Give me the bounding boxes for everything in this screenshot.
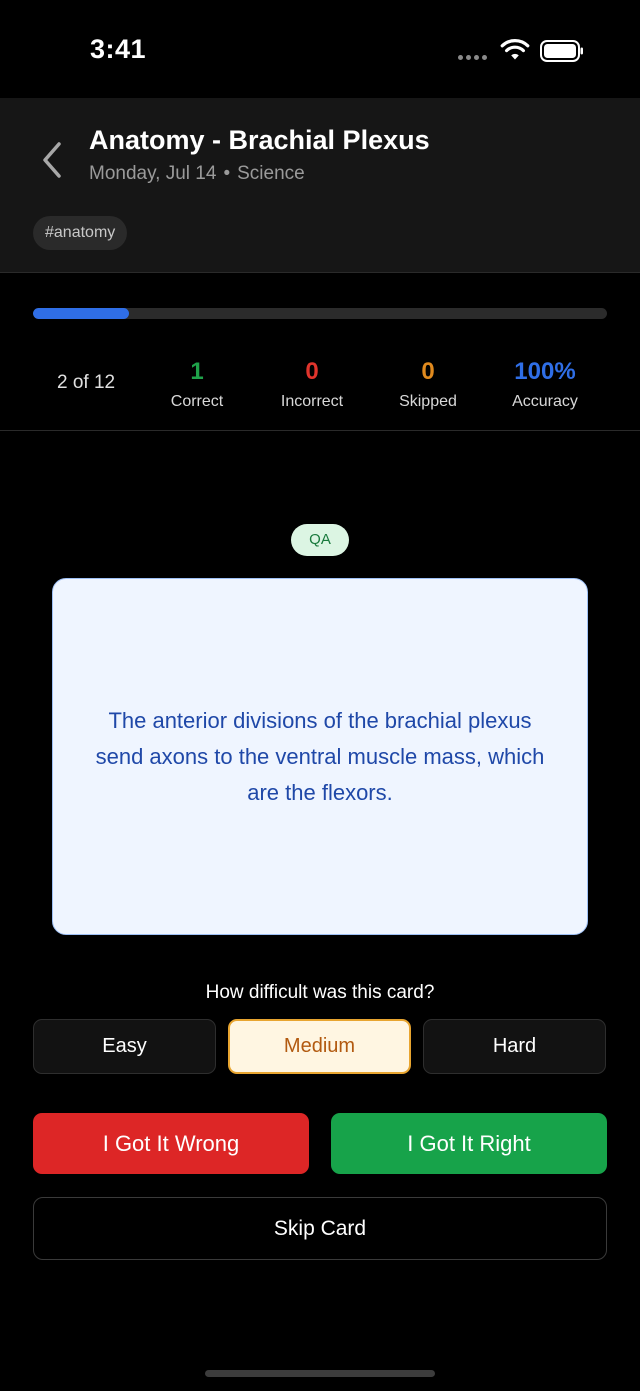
deck-header: Anatomy - Brachial Plexus Monday, Jul 14… <box>0 98 640 273</box>
difficulty-easy-button[interactable]: Easy <box>33 1019 216 1074</box>
stat-skipped-label: Skipped <box>399 393 457 410</box>
progress-section: 2 of 12 1 Correct 0 Incorrect 0 Skipped … <box>0 273 640 431</box>
status-time: 3:41 <box>90 34 147 64</box>
difficulty-medium-button[interactable]: Medium <box>228 1019 411 1074</box>
card-position: 2 of 12 <box>57 372 116 393</box>
home-indicator <box>205 1370 435 1377</box>
skip-card-button[interactable]: Skip Card <box>33 1197 607 1260</box>
back-button[interactable] <box>34 140 70 180</box>
chevron-left-icon <box>43 142 61 178</box>
deck-title: Anatomy - Brachial Plexus <box>89 125 430 155</box>
deck-category: Science <box>237 163 305 184</box>
progress-bar-fill <box>33 308 129 319</box>
subtitle-separator: • <box>223 163 231 184</box>
battery-icon <box>540 40 583 62</box>
stat-skipped: 0 Skipped <box>368 357 488 411</box>
stat-correct-value: 1 <box>190 358 204 385</box>
deck-subtitle: Monday, Jul 14 • Science <box>89 163 305 185</box>
card-type-badge: QA <box>291 524 349 556</box>
tag-chip[interactable]: #anatomy <box>33 216 128 250</box>
signal-dots-icon <box>458 55 487 60</box>
stat-accuracy-label: Accuracy <box>512 393 578 410</box>
stat-accuracy: 100% Accuracy <box>485 357 605 411</box>
flashcard[interactable]: The anterior divisions of the brachial p… <box>52 578 588 935</box>
got-it-wrong-button[interactable]: I Got It Wrong <box>33 1113 309 1174</box>
stat-incorrect: 0 Incorrect <box>252 357 372 411</box>
flashcard-review-screen: 3:41 Anatomy - Brachial Plexus Monday, J… <box>0 0 640 1391</box>
stat-incorrect-value: 0 <box>305 358 319 385</box>
stat-correct-label: Correct <box>170 393 224 410</box>
stat-correct: 1 Correct <box>137 357 257 411</box>
difficulty-hard-button[interactable]: Hard <box>423 1019 606 1074</box>
stat-accuracy-value: 100% <box>514 358 576 385</box>
flashcard-text: The anterior divisions of the brachial p… <box>95 707 545 805</box>
wifi-icon <box>500 39 530 60</box>
difficulty-prompt: How difficult was this card? <box>205 982 435 1003</box>
deck-date: Monday, Jul 14 <box>89 163 217 184</box>
status-bar: 3:41 <box>0 0 640 98</box>
stat-incorrect-label: Incorrect <box>280 393 344 410</box>
stat-skipped-value: 0 <box>421 358 435 385</box>
got-it-right-button[interactable]: I Got It Right <box>331 1113 607 1174</box>
progress-bar <box>33 308 607 319</box>
